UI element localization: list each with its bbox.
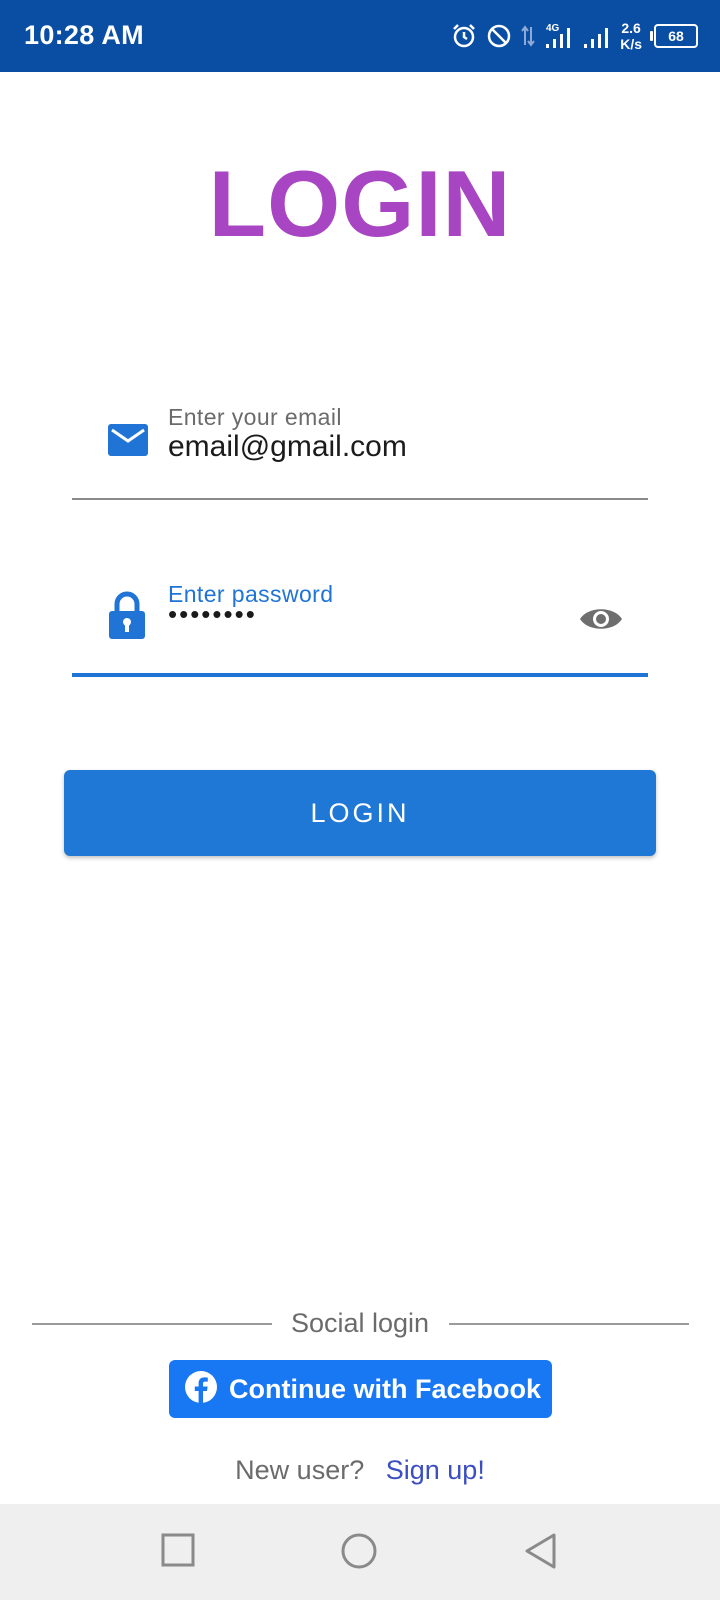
- email-label: Enter your email: [168, 404, 342, 430]
- divider-left: [32, 1323, 272, 1325]
- network-speed: 2.6 K/s: [620, 20, 642, 52]
- lock-icon: [108, 591, 146, 644]
- facebook-icon: [185, 1370, 217, 1408]
- network-type-label: 4G: [546, 23, 560, 34]
- battery-icon: 68: [650, 24, 698, 48]
- page-title: LOGIN: [208, 151, 512, 256]
- password-underline: [72, 673, 648, 677]
- status-bar: 10:28 AM 4G 2.6 K/s 68: [0, 0, 720, 72]
- facebook-button-label: Continue with Facebook: [229, 1373, 542, 1404]
- divider-right: [449, 1323, 689, 1325]
- network-speed-value: 2.6: [621, 20, 641, 36]
- recents-square-icon[interactable]: [160, 1532, 196, 1573]
- status-icons: 4G 2.6 K/s 68: [450, 16, 698, 56]
- signal-icon: [582, 22, 612, 50]
- password-field[interactable]: Enter password ••••••••: [72, 565, 648, 677]
- social-login-label: Social login: [290, 1308, 430, 1338]
- email-underline: [72, 498, 648, 500]
- home-circle-icon[interactable]: [340, 1532, 378, 1575]
- signal-icon: 4G: [544, 22, 574, 50]
- alarm-icon: [450, 22, 478, 50]
- new-user-prompt: New user?: [235, 1455, 365, 1485]
- status-time: 10:28 AM: [24, 20, 144, 50]
- mail-icon: [108, 424, 148, 461]
- navigation-bar: [0, 1504, 720, 1600]
- do-not-disturb-icon: [486, 23, 512, 49]
- email-input[interactable]: email@gmail.com: [168, 430, 407, 464]
- signup-link[interactable]: Sign up!: [386, 1455, 485, 1485]
- network-speed-unit: K/s: [620, 36, 642, 52]
- password-input[interactable]: ••••••••: [168, 599, 257, 630]
- signup-row: New user? Sign up!: [0, 1455, 720, 1486]
- login-button[interactable]: LOGIN: [64, 770, 656, 856]
- data-transfer-icon: [520, 23, 536, 49]
- email-field[interactable]: Enter your email email@gmail.com: [72, 390, 648, 502]
- back-triangle-icon[interactable]: [522, 1532, 558, 1575]
- facebook-login-button[interactable]: Continue with Facebook: [169, 1360, 552, 1418]
- eye-icon[interactable]: [578, 603, 624, 640]
